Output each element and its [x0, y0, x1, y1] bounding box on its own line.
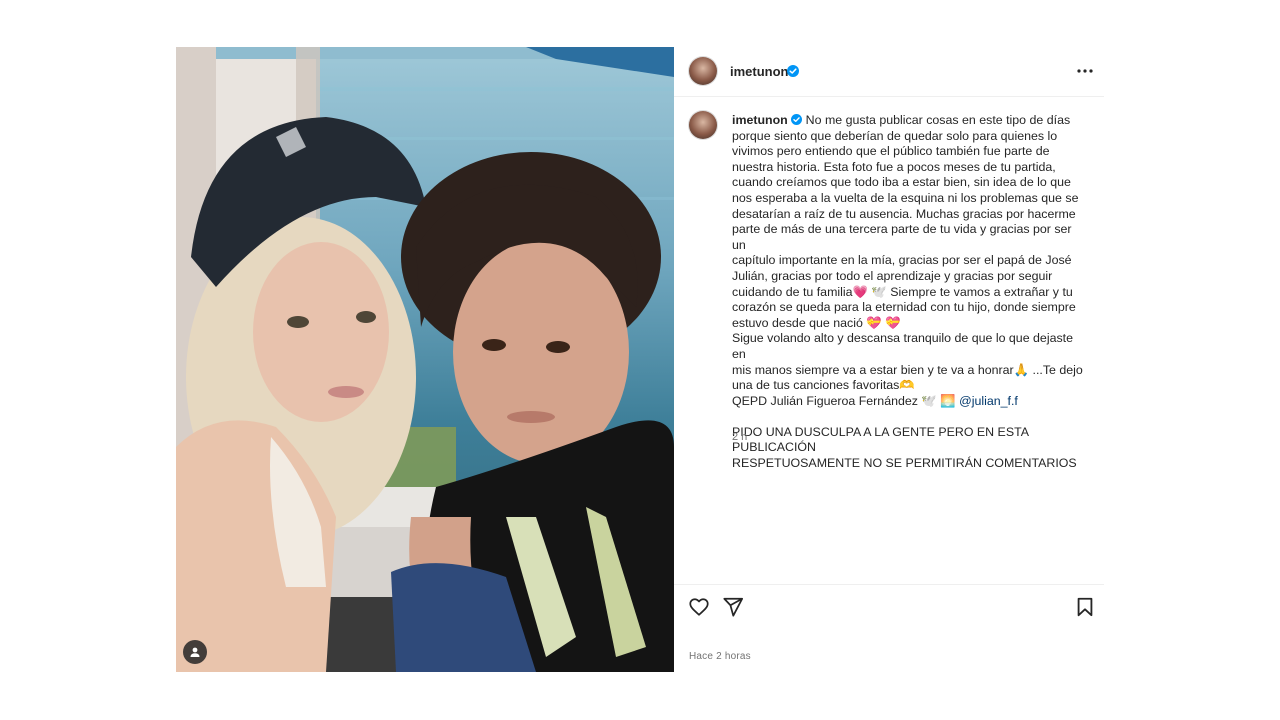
user-tag-button[interactable] — [183, 640, 207, 664]
mention-link[interactable]: @julian_f.f — [959, 394, 1018, 408]
post-header: imetunon — [674, 47, 1104, 97]
caption-line: QEPD Julián Figueroa Fernández 🕊️ 🌅 @jul… — [732, 393, 1018, 408]
caption-line: parte de más de una tercera parte de tu … — [732, 222, 1072, 252]
more-options-icon[interactable] — [1074, 61, 1096, 81]
header-username[interactable]: imetunon — [730, 64, 789, 79]
verified-badge-icon — [787, 65, 799, 77]
caption-line: capítulo importante en la mía, gracias p… — [732, 253, 1072, 268]
caption-line: una de tus canciones favoritas🫶 — [732, 378, 915, 393]
caption-line: mis manos siempre va a estar bien y te v… — [732, 362, 1083, 377]
notice-line: PIDO UNA DUSCULPA A LA GENTE PERO EN EST… — [732, 424, 1029, 455]
verified-badge-icon — [791, 114, 803, 125]
caption-line: cuidando de tu familia💗 🕊️ Siempre te va… — [732, 284, 1073, 299]
caption-line: nuestra historia. Esta foto fue a pocos … — [732, 159, 1056, 174]
photo-illustration — [176, 47, 674, 672]
caption-line: desatarían a raíz de tu ausencia. Muchas… — [732, 206, 1076, 221]
bookmark-icon[interactable] — [1074, 596, 1096, 618]
caption-line: Sigue volando alto y descansa tranquilo … — [732, 331, 1073, 361]
caption-line: estuvo desde que nació 💝 💝 — [732, 315, 901, 330]
caption-line: porque siento que deberían de quedar sol… — [732, 128, 1058, 143]
caption-line: imetunon No me gusta publicar cosas en e… — [732, 113, 1071, 127]
user-tag-icon — [190, 647, 200, 657]
send-icon[interactable] — [722, 596, 744, 618]
caption-avatar[interactable] — [689, 111, 717, 139]
post-timestamp[interactable]: Hace 2 horas — [689, 651, 751, 662]
caption-timestamp[interactable]: 2 h — [732, 431, 747, 443]
caption-line: Julián, gracias por todo el aprendizaje … — [732, 268, 1053, 283]
caption-line: corazón se queda para la eternidad con t… — [732, 300, 1076, 315]
caption-line: cuando creíamos que todo iba a estar bie… — [732, 175, 1071, 190]
caption-line: vivimos pero entiendo que el público tam… — [732, 144, 1050, 159]
caption-username[interactable]: imetunon — [732, 113, 788, 127]
notice-line: RESPETUOSAMENTE NO SE PERMITIRÁN COMENTA… — [732, 456, 1077, 471]
avatar[interactable] — [689, 57, 717, 85]
heart-icon[interactable] — [688, 596, 710, 618]
post-side-panel: imetunon imetunon No me gusta publicar c… — [674, 47, 1104, 672]
post-photo[interactable] — [176, 47, 674, 672]
post-caption: imetunon No me gusta publicar cosas en e… — [732, 113, 1087, 472]
caption-spacer — [732, 409, 1087, 425]
caption-line: nos esperaba a la vuelta de la esquina n… — [732, 190, 1079, 205]
